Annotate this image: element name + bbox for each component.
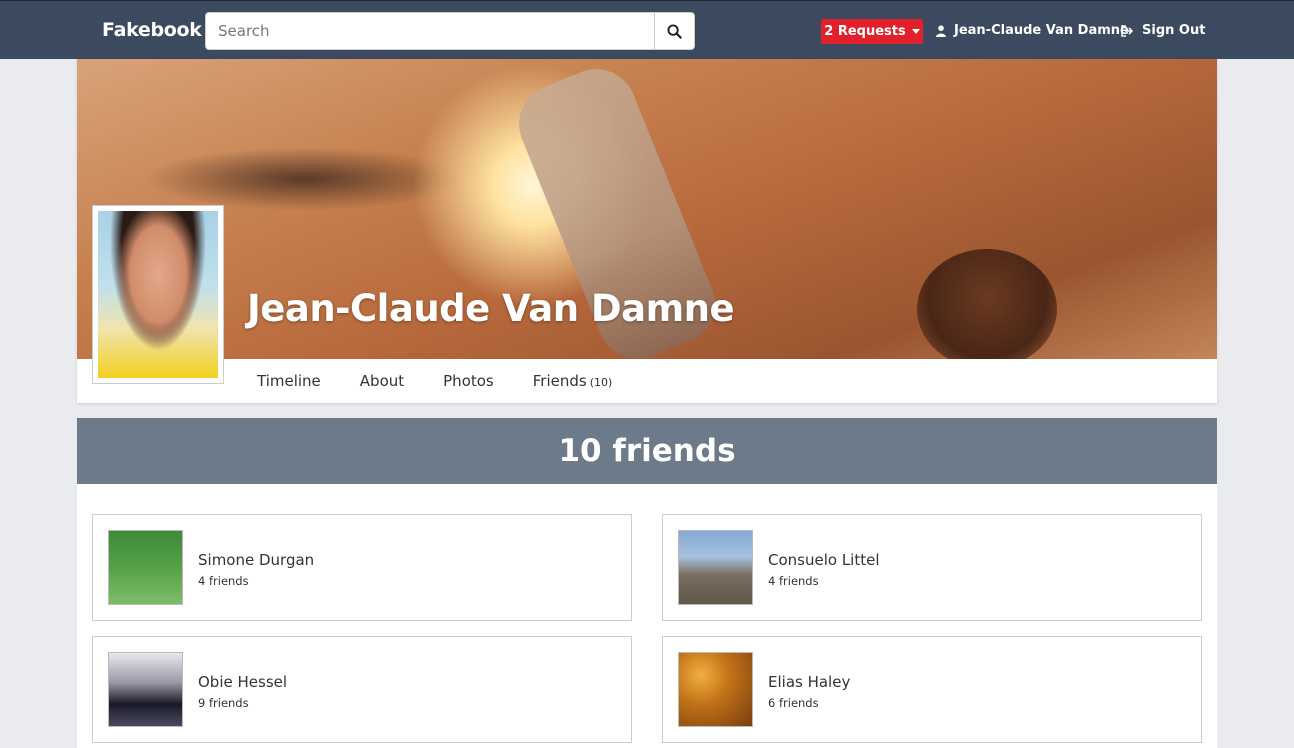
profile-name: Jean-Claude Van Damne <box>247 287 735 330</box>
sign-out-icon <box>1121 24 1134 37</box>
nav-user-link[interactable]: Jean-Claude Van Damne <box>936 23 1129 38</box>
friend-thumbnail[interactable] <box>108 530 183 605</box>
tab-friends-label: Friends <box>532 372 587 390</box>
search-input[interactable] <box>206 13 654 49</box>
tab-timeline[interactable]: Timeline <box>257 372 321 390</box>
user-icon <box>936 24 946 37</box>
friend-thumbnail[interactable] <box>678 652 753 727</box>
tab-friends[interactable]: Friends (10) <box>533 372 613 390</box>
sign-out-link[interactable]: Sign Out <box>1121 23 1205 38</box>
friend-count: 9 friends <box>198 696 249 710</box>
friend-count: 4 friends <box>768 574 819 588</box>
top-navbar: Fakebook 2 Requests Jean-Claude Van Damn… <box>0 0 1294 59</box>
friends-panel: 10 friends Simone Durgan 4 friends Consu… <box>77 418 1217 748</box>
friend-card[interactable]: Elias Haley 6 friends <box>662 636 1202 743</box>
friend-name[interactable]: Elias Haley <box>768 673 850 691</box>
friend-count: 4 friends <box>198 574 249 588</box>
profile-header: Jean-Claude Van Damne Timeline About Pho… <box>77 59 1217 403</box>
brand-logo[interactable]: Fakebook <box>102 19 202 41</box>
friend-card[interactable]: Obie Hessel 9 friends <box>92 636 632 743</box>
caret-down-icon <box>911 29 920 34</box>
search-bar <box>205 12 695 50</box>
friend-name[interactable]: Obie Hessel <box>198 673 287 691</box>
nav-user-name: Jean-Claude Van Damne <box>954 23 1129 38</box>
friend-thumbnail[interactable] <box>678 530 753 605</box>
friend-card[interactable]: Simone Durgan 4 friends <box>92 514 632 621</box>
cover-figure-head <box>917 249 1057 359</box>
friends-heading: 10 friends <box>77 418 1217 484</box>
tab-friends-count: (10) <box>589 376 613 389</box>
friend-thumbnail[interactable] <box>108 652 183 727</box>
requests-label: 2 Requests <box>824 24 906 39</box>
search-icon <box>667 23 682 39</box>
cover-photo: Jean-Claude Van Damne <box>77 59 1217 359</box>
friend-name[interactable]: Simone Durgan <box>198 551 314 569</box>
search-button[interactable] <box>654 13 694 49</box>
profile-avatar[interactable] <box>92 205 224 384</box>
tab-about[interactable]: About <box>360 372 404 390</box>
avatar-image <box>98 211 218 378</box>
profile-tabs: Timeline About Photos Friends (10) <box>257 359 651 403</box>
friend-count: 6 friends <box>768 696 819 710</box>
friend-name[interactable]: Consuelo Littel <box>768 551 880 569</box>
friend-requests-button[interactable]: 2 Requests <box>821 19 923 44</box>
friend-card[interactable]: Consuelo Littel 4 friends <box>662 514 1202 621</box>
sign-out-label: Sign Out <box>1142 23 1206 38</box>
tab-photos[interactable]: Photos <box>443 372 494 390</box>
